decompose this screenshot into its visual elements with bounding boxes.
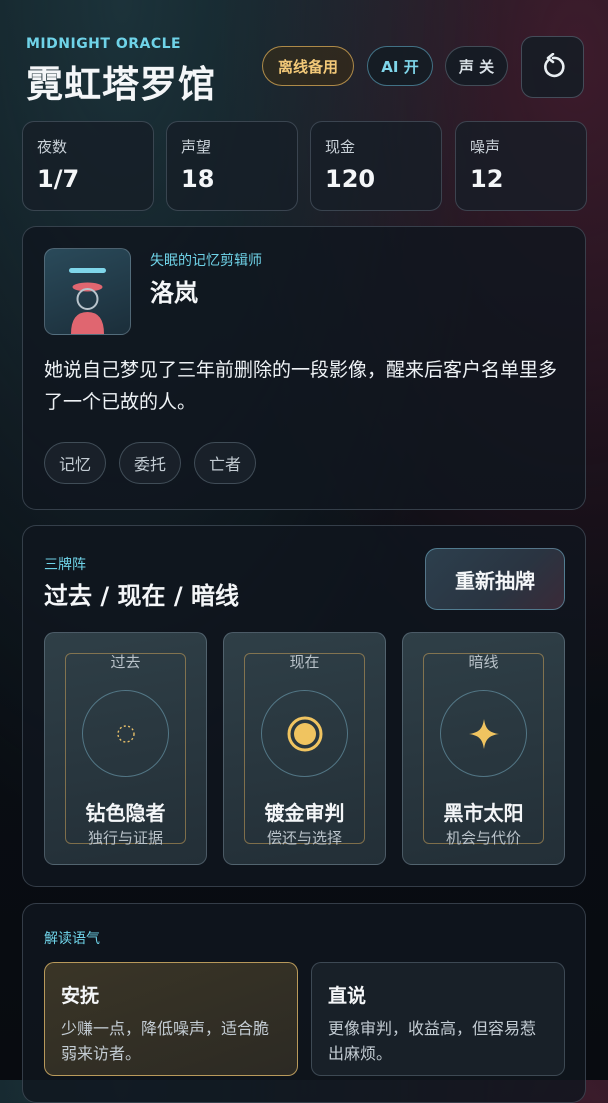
tone-option-soothe[interactable]: 安抚 少赚一点，降低噪声，适合脆弱来访者。 xyxy=(44,962,298,1076)
spread-panel: 三牌阵 过去 / 现在 / 暗线 重新抽牌 过去 钻色隐者 独行与证据 现在 镀… xyxy=(22,525,586,887)
tag: 记忆 xyxy=(44,442,107,484)
client-name: 洛岚 xyxy=(150,279,198,307)
card-name: 钻色隐者 xyxy=(85,801,166,825)
refresh-icon xyxy=(543,53,565,78)
stat-label: 夜数 xyxy=(37,138,68,156)
card-name: 镀金审判 xyxy=(264,801,345,825)
tarot-card-hidden[interactable]: 暗线 黑市太阳 机会与代价 xyxy=(402,632,565,865)
app-title: 霓虹塔罗馆 xyxy=(26,63,216,106)
tag: 委托 xyxy=(119,442,182,484)
brand-subtitle: MIDNIGHT ORACLE xyxy=(26,36,182,52)
card-meaning: 机会与代价 xyxy=(445,829,521,847)
tone-title: 安抚 xyxy=(61,985,100,1007)
gold-disc-icon xyxy=(287,716,322,751)
client-story: 她说自己梦见了三年前删除的一段影像，醒来后客户名单里多了一个已故的人。 xyxy=(44,359,558,413)
tone-label: 解读语气 xyxy=(44,931,100,947)
card-position: 暗线 xyxy=(468,653,499,671)
stat-value: 12 xyxy=(470,165,504,193)
tone-panel: 解读语气 安抚 少赚一点，降低噪声，适合脆弱来访者。 直说 更像审判，收益高，但… xyxy=(22,903,586,1103)
card-position: 现在 xyxy=(289,653,320,671)
stat-cash: 现金 120 xyxy=(310,121,442,211)
stat-value: 18 xyxy=(181,165,215,193)
card-meaning: 偿还与选择 xyxy=(266,829,342,847)
client-tags: 记忆 委托 亡者 xyxy=(44,442,257,484)
stat-value: 120 xyxy=(325,165,376,193)
sound-toggle-button[interactable]: 声 关 xyxy=(445,46,508,86)
card-meaning: 独行与证据 xyxy=(87,829,163,847)
stat-label: 声望 xyxy=(181,138,212,156)
star-icon xyxy=(468,718,499,749)
spread-kicker: 三牌阵 xyxy=(44,557,86,573)
card-name: 黑市太阳 xyxy=(443,801,524,825)
tone-option-blunt[interactable]: 直说 更像审判，收益高，但容易惹出麻烦。 xyxy=(311,962,565,1076)
stat-noise: 噪声 12 xyxy=(455,121,587,211)
tone-desc: 少赚一点，降低噪声，适合脆弱来访者。 xyxy=(61,1019,270,1063)
reset-button[interactable] xyxy=(521,36,584,98)
spread-title: 过去 / 现在 / 暗线 xyxy=(44,582,239,610)
client-role: 失眠的记忆剪辑师 xyxy=(150,253,262,269)
avatar xyxy=(44,248,131,335)
stat-reputation: 声望 18 xyxy=(166,121,298,211)
stat-night: 夜数 1/7 xyxy=(22,121,154,211)
card-position: 过去 xyxy=(110,653,141,671)
tone-title: 直说 xyxy=(328,985,367,1007)
card-emblem xyxy=(440,690,527,777)
card-emblem xyxy=(261,690,348,777)
offline-backup-button[interactable]: 离线备用 xyxy=(262,46,354,86)
tag: 亡者 xyxy=(194,442,257,484)
card-emblem xyxy=(82,690,169,777)
dotted-ring-icon xyxy=(116,724,135,743)
tone-desc: 更像审判，收益高，但容易惹出麻烦。 xyxy=(328,1019,537,1063)
brand: MIDNIGHT ORACLE 霓虹塔罗馆 xyxy=(26,36,216,108)
redraw-button[interactable]: 重新抽牌 xyxy=(425,548,565,610)
stat-label: 噪声 xyxy=(470,138,501,156)
stat-value: 1/7 xyxy=(37,165,80,193)
tarot-card-past[interactable]: 过去 钻色隐者 独行与证据 xyxy=(44,632,207,865)
ai-toggle-button[interactable]: AI 开 xyxy=(367,46,433,86)
client-panel: 失眠的记忆剪辑师 洛岚 她说自己梦见了三年前删除的一段影像，醒来后客户名单里多了… xyxy=(22,226,586,510)
client-portrait-icon xyxy=(69,268,106,334)
stat-label: 现金 xyxy=(325,138,356,156)
tarot-card-present[interactable]: 现在 镀金审判 偿还与选择 xyxy=(223,632,386,865)
